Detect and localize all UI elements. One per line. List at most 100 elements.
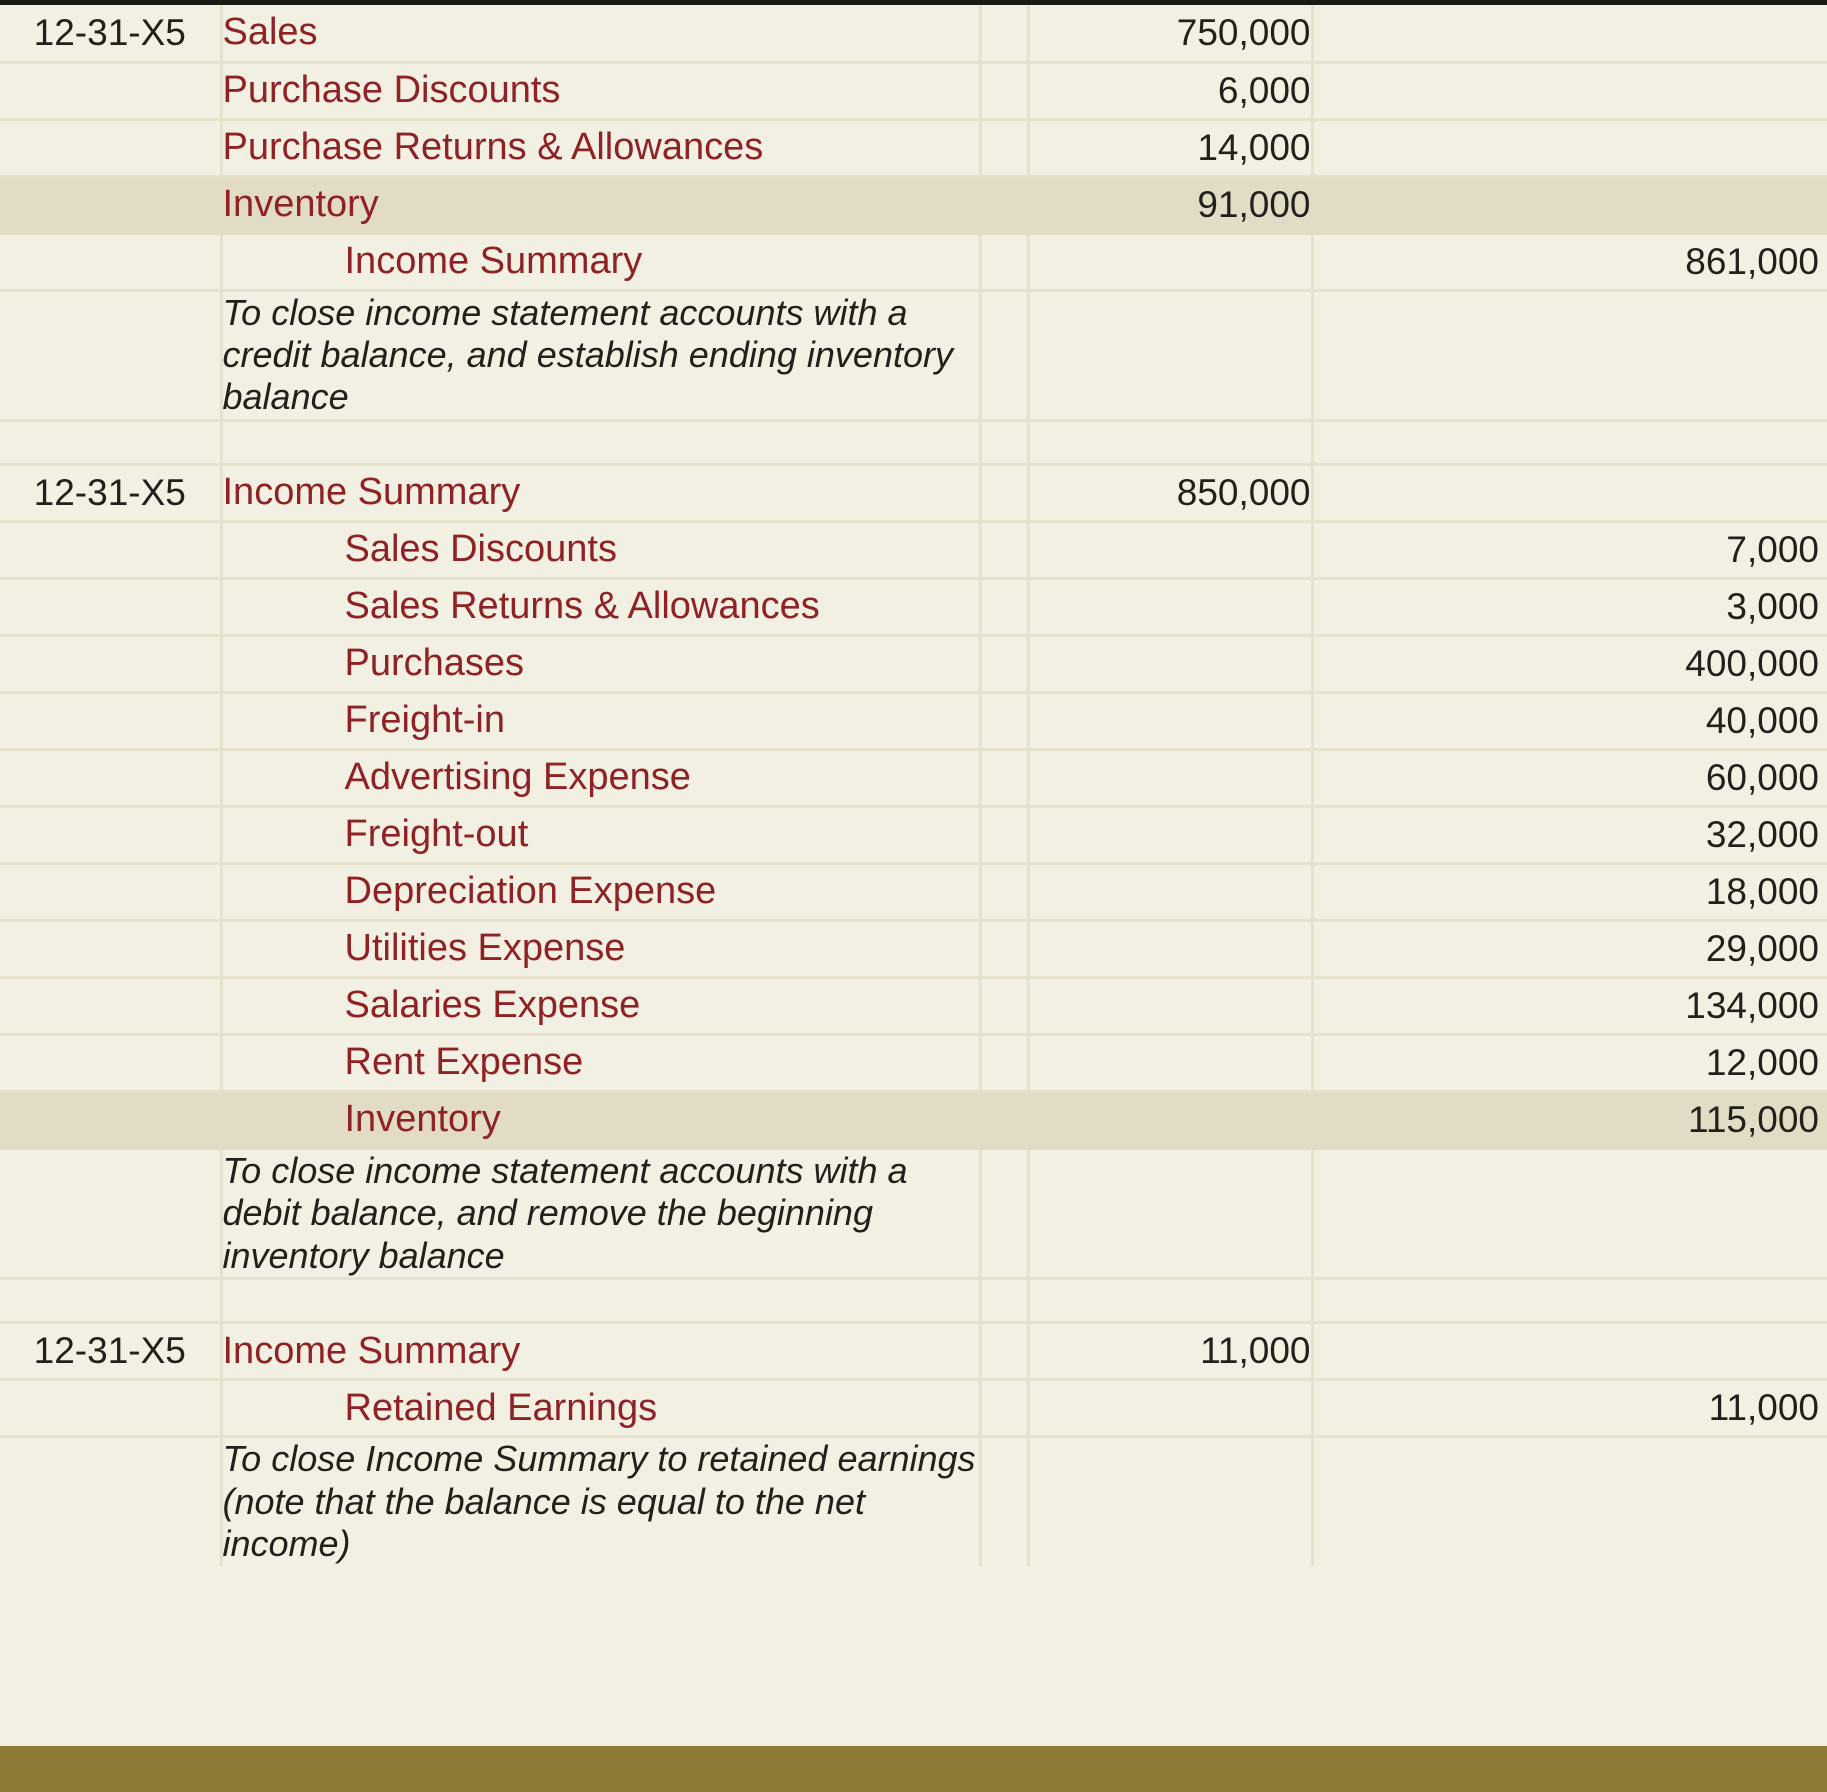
entry-account-name: Purchases — [221, 635, 982, 694]
journal-entry-row: 12-31-X5 Sales 750,000 — [0, 5, 1827, 64]
entry-date — [0, 1379, 223, 1439]
description-credit-cell — [1312, 1436, 1827, 1566]
entry-debit-amount: 6,000 — [1028, 62, 1314, 121]
description-debit-cell — [1028, 1436, 1314, 1566]
spacer-credit-cell — [1312, 420, 1827, 466]
entry-posting-reference — [980, 5, 1030, 64]
entry-credit-amount — [1312, 464, 1827, 523]
spacer-date-cell — [0, 420, 223, 466]
entry-debit-amount — [1028, 920, 1314, 979]
spacer-account-cell — [221, 1278, 982, 1325]
entry-account-name: Purchase Returns & Allowances — [221, 119, 982, 178]
entry-credit-amount: 3,000 — [1312, 578, 1827, 637]
spacer-date-cell — [0, 1278, 223, 1325]
spacer-credit-cell — [1312, 1278, 1827, 1325]
entry-credit-amount: 29,000 — [1312, 920, 1827, 979]
description-date-cell — [0, 1148, 223, 1281]
entry-date: 12-31-X5 — [0, 464, 223, 523]
entry-credit-amount: 12,000 — [1312, 1034, 1827, 1093]
entry-date — [0, 635, 223, 694]
entry-date — [0, 863, 223, 922]
entry-debit-amount: 750,000 — [1028, 5, 1314, 64]
entry-posting-reference — [980, 119, 1030, 178]
entry-description: To close income statement accounts with … — [221, 1148, 982, 1281]
entry-date — [0, 1091, 221, 1150]
journal-entry-row: Advertising Expense 60,000 — [0, 749, 1827, 808]
journal-entry-row-highlighted: Inventory 115,000 — [0, 1091, 1827, 1150]
entry-debit-amount — [1028, 977, 1314, 1036]
journal-entry-row: Sales Discounts 7,000 — [0, 521, 1827, 580]
entry-date: 12-31-X5 — [0, 5, 223, 64]
entry-debit-amount — [1028, 521, 1314, 580]
journal-entry-row: Salaries Expense 134,000 — [0, 977, 1827, 1036]
entry-debit-amount — [1028, 233, 1314, 292]
entry-description: To close Income Summary to retained earn… — [221, 1436, 982, 1566]
journal-entry-row: Purchases 400,000 — [0, 635, 1827, 694]
entry-credit-amount — [1312, 176, 1827, 235]
description-debit-cell — [1028, 290, 1314, 422]
journal-description-row: To close income statement accounts with … — [0, 290, 1827, 422]
journal-entry-row: 12-31-X5 Income Summary 11,000 — [0, 1322, 1827, 1382]
journal-entry-row: Freight-out 32,000 — [0, 806, 1827, 865]
entry-credit-amount: 134,000 — [1312, 977, 1827, 1036]
entry-credit-amount: 40,000 — [1312, 692, 1827, 751]
entry-posting-reference — [980, 920, 1030, 979]
entry-date — [0, 233, 223, 292]
entry-date — [0, 521, 223, 580]
entry-date — [0, 977, 223, 1036]
journal-entry-row: Retained Earnings 11,000 — [0, 1379, 1827, 1439]
entry-account-name: Freight-in — [221, 692, 982, 751]
entry-account-name: Depreciation Expense — [221, 863, 982, 922]
entry-account-name: Sales Discounts — [221, 521, 982, 580]
entry-debit-amount: 11,000 — [1028, 1322, 1314, 1382]
entry-date — [0, 692, 223, 751]
description-credit-cell — [1312, 1148, 1827, 1281]
journal-spacer-row — [0, 1278, 1827, 1325]
journal-entry-row: Income Summary 861,000 — [0, 233, 1827, 292]
entry-posting-reference — [980, 578, 1030, 637]
entry-account-name: Sales Returns & Allowances — [221, 578, 982, 637]
entry-debit-amount — [1028, 806, 1314, 865]
entry-posting-reference — [980, 806, 1030, 865]
entry-credit-amount: 32,000 — [1312, 806, 1827, 865]
journal-entry-row: Sales Returns & Allowances 3,000 — [0, 578, 1827, 637]
entry-account-name: Purchase Discounts — [221, 62, 982, 121]
entry-date — [0, 749, 223, 808]
entry-credit-amount: 11,000 — [1312, 1379, 1827, 1439]
spacer-debit-cell — [1028, 420, 1314, 466]
entry-account-name: Inventory — [221, 176, 980, 235]
journal-entry-row: 12-31-X5 Income Summary 850,000 — [0, 464, 1827, 523]
spacer-account-cell — [221, 420, 982, 466]
entry-account-name: Inventory — [221, 1091, 980, 1150]
entry-account-name: Utilities Expense — [221, 920, 982, 979]
entry-posting-reference — [980, 521, 1030, 580]
entry-debit-amount — [1028, 578, 1314, 637]
entry-debit-amount: 91,000 — [1028, 176, 1312, 235]
entry-credit-amount: 18,000 — [1312, 863, 1827, 922]
entry-credit-amount: 400,000 — [1312, 635, 1827, 694]
entry-credit-amount: 861,000 — [1312, 233, 1827, 292]
journal-entry-row: Utilities Expense 29,000 — [0, 920, 1827, 979]
entry-date — [0, 920, 223, 979]
description-pr-cell — [980, 1436, 1030, 1566]
entry-debit-amount — [1028, 1379, 1314, 1439]
spacer-pr-cell — [980, 420, 1030, 466]
entry-debit-amount — [1028, 1034, 1314, 1093]
entry-debit-amount — [1028, 692, 1314, 751]
entry-account-name: Freight-out — [221, 806, 982, 865]
entry-account-name: Income Summary — [221, 1322, 982, 1382]
entry-debit-amount — [1028, 863, 1314, 922]
description-debit-cell — [1028, 1148, 1314, 1281]
entry-posting-reference — [980, 749, 1030, 808]
entry-description: To close income statement accounts with … — [221, 290, 982, 422]
entry-debit-amount — [1028, 1091, 1312, 1150]
journal-spacer-row — [0, 420, 1827, 466]
entry-posting-reference — [980, 1034, 1030, 1093]
entry-posting-reference — [980, 176, 1028, 235]
entry-posting-reference — [980, 692, 1030, 751]
entry-posting-reference — [980, 635, 1030, 694]
entry-account-name: Income Summary — [221, 233, 982, 292]
entry-credit-amount — [1312, 1322, 1827, 1382]
description-pr-cell — [980, 1148, 1030, 1281]
journal-page: 12-31-X5 Sales 750,000 Purchase Discounts 6,… — [0, 0, 1827, 1792]
